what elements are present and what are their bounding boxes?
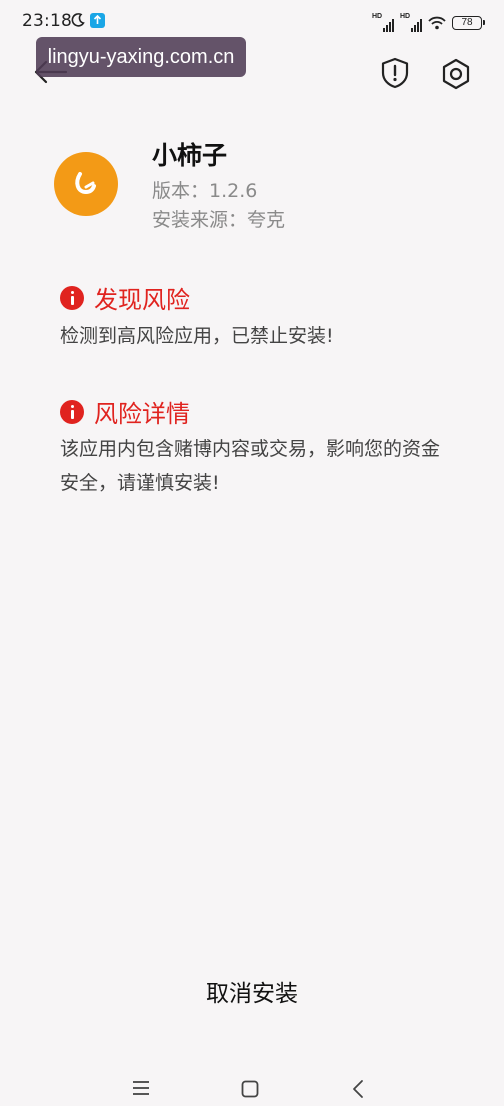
wifi-icon	[428, 16, 446, 30]
signal-1-icon: HD	[372, 13, 394, 32]
alert-circle-icon	[60, 285, 84, 310]
risk-found-title-text: 发现风险	[94, 286, 190, 314]
risk-found-title: 发现风险	[60, 280, 190, 315]
battery-indicator: 78	[452, 16, 485, 30]
menu-icon[interactable]	[132, 1080, 150, 1096]
navigation-bar	[0, 1070, 504, 1106]
risk-detail-body: 该应用内包含赌博内容或交易，影响您的资金安全，请谨慎安装!	[60, 438, 441, 494]
app-icon	[54, 152, 118, 216]
app-version: 版本：1.2.6	[152, 180, 258, 202]
risk-detail-title-text: 风险详情	[94, 400, 190, 428]
hd-label: HD	[372, 13, 383, 20]
status-time: 23:18	[22, 11, 72, 31]
watermark: lingyu-yaxing.com.cn	[36, 37, 246, 77]
status-indicators: HD HD 78	[372, 13, 485, 33]
alert-circle-icon	[60, 399, 84, 424]
cancel-install-button[interactable]: 取消安装	[152, 972, 352, 1016]
risk-detail-title: 风险详情	[60, 394, 190, 429]
chevron-left-icon[interactable]	[350, 1079, 366, 1099]
upload-notification-icon	[90, 13, 105, 28]
moon-icon	[71, 13, 85, 27]
hd-label: HD	[400, 13, 411, 20]
risk-found-body: 检测到高风险应用，已禁止安装!	[60, 325, 334, 347]
signal-2-icon: HD	[400, 13, 422, 32]
home-icon[interactable]	[241, 1080, 259, 1098]
app-source: 安装来源：夸克	[152, 209, 286, 231]
hexagon-settings-icon[interactable]	[438, 56, 474, 92]
app-name: 小柿子	[152, 141, 228, 170]
shield-alert-icon[interactable]	[378, 56, 412, 90]
